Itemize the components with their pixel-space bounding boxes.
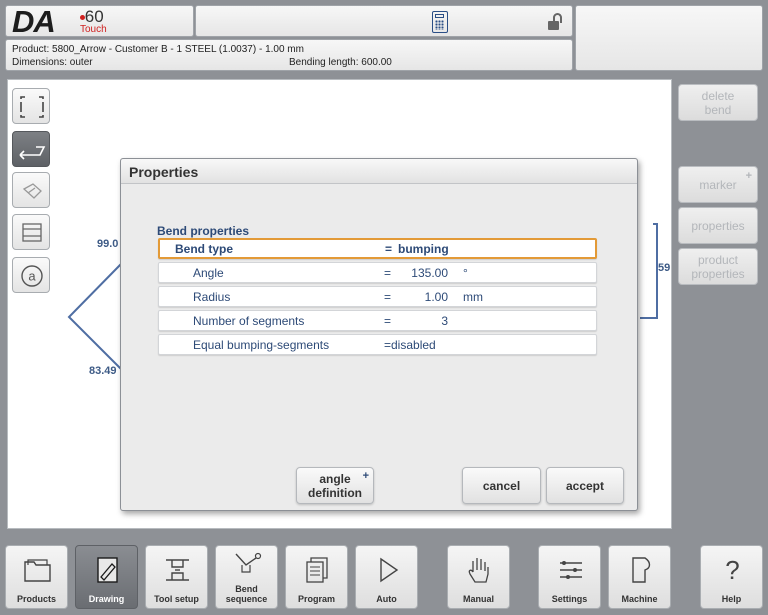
nav-help-button[interactable]: ? Help [700, 545, 763, 609]
settings-list-icon [560, 561, 582, 579]
select-frame-tool-button[interactable] [12, 88, 50, 124]
section-title: Bend properties [157, 224, 250, 238]
calculator-icon[interactable] [432, 11, 448, 33]
nav-settings-button[interactable]: Settings [538, 545, 601, 609]
product-properties-button[interactable]: product properties [678, 248, 758, 285]
hand-icon [468, 558, 489, 583]
view-tool-button[interactable] [12, 214, 50, 250]
logo-brand: DA [12, 4, 56, 39]
dimensions-label: Dimensions: outer [12, 57, 93, 68]
product-info-bar: Product: 5800_Arrow - Customer B - 1 STE… [5, 39, 573, 71]
play-icon [380, 557, 399, 583]
property-row-radius[interactable]: Radius = 1.00 mm [158, 286, 597, 307]
property-row-equal-bumping-segments[interactable]: Equal bumping-segments = disabled [158, 334, 597, 355]
nav-drawing-button[interactable]: Drawing [75, 545, 138, 609]
delete-bend-button[interactable]: delete bend [678, 84, 758, 121]
property-value: 135.00 [411, 266, 448, 280]
properties-dialog: Properties Bend properties Bend type = b… [120, 158, 638, 511]
angle-definition-label: angle definition [308, 471, 362, 500]
help-icon: ? [725, 555, 739, 585]
frame-icon [20, 96, 44, 118]
nav-label: Products [16, 594, 56, 604]
at-tool-button[interactable]: a [12, 257, 50, 293]
equals-sign: = [384, 266, 392, 280]
logo-panel: DA 60 Touch [5, 4, 194, 39]
at-sign-icon: a [21, 265, 43, 287]
equals-sign: = [385, 242, 393, 256]
plus-icon: + [362, 470, 369, 482]
logo-sub: Touch [80, 24, 107, 35]
dimension-label-right: 59 [658, 262, 671, 274]
tool-setup-icon [166, 559, 189, 581]
panel-icon [22, 223, 42, 242]
nav-label: Program [297, 594, 335, 604]
top-right-panel [575, 5, 763, 71]
bending-length-label: Bending length: 600.00 [289, 57, 392, 68]
marker-label: marker [699, 177, 737, 192]
nav-machine-button[interactable]: Machine [608, 545, 671, 609]
dimension-label-bottom: 83.49 [89, 365, 117, 377]
cancel-button[interactable]: cancel [462, 467, 541, 504]
property-value: disabled [391, 338, 436, 352]
marker-button[interactable]: marker + [678, 166, 758, 203]
property-name: Equal bumping-segments [193, 338, 330, 352]
nav-label: Tool setup [154, 594, 199, 604]
nav-label: Drawing [88, 594, 125, 604]
nav-auto-button[interactable]: Auto [355, 545, 418, 609]
property-value: 1.00 [424, 290, 448, 304]
dimension-label-top: 99.0 [97, 238, 119, 250]
dialog-title: Properties [129, 164, 199, 180]
svg-text:?: ? [725, 555, 739, 585]
nav-tool-setup-button[interactable]: Tool setup [145, 545, 208, 609]
program-icon [306, 557, 328, 583]
property-row-angle[interactable]: Angle = 135.00 ° [158, 262, 597, 283]
top-toolbar [195, 5, 573, 37]
angle-definition-button[interactable]: angle definition + [296, 467, 374, 504]
nav-products-button[interactable]: Products [5, 545, 68, 609]
nav-label: Bend sequence [225, 584, 268, 604]
folder-icon [24, 559, 51, 582]
nav-manual-button[interactable]: Manual [447, 545, 510, 609]
unlock-icon[interactable] [548, 13, 562, 30]
machine-icon [632, 557, 651, 583]
nav-label: Settings [551, 594, 588, 604]
dialog-title-bar: Properties [121, 159, 637, 184]
equals-sign: = [384, 314, 392, 328]
nav-program-button[interactable]: Program [285, 545, 348, 609]
nav-label: Help [721, 594, 742, 604]
shape-icon [22, 183, 42, 199]
nav-bend-sequence-button[interactable]: Bend sequence [215, 545, 278, 609]
plus-icon: + [745, 170, 752, 182]
property-value: bumping [398, 242, 449, 256]
property-row-bend-type[interactable]: Bend type = bumping [158, 238, 597, 259]
property-unit: mm [463, 290, 483, 304]
bend-tool-button[interactable] [12, 131, 50, 167]
nav-label: Manual [462, 594, 494, 604]
nav-label: Auto [376, 594, 397, 604]
property-row-number-of-segments[interactable]: Number of segments = 3 [158, 310, 597, 331]
properties-button[interactable]: properties [678, 207, 758, 244]
accept-button[interactable]: accept [546, 467, 624, 504]
svg-text:a: a [28, 269, 36, 284]
product-line: Product: 5800_Arrow - Customer B - 1 STE… [12, 44, 304, 55]
property-name: Number of segments [193, 314, 305, 328]
nav-label: Machine [621, 594, 658, 604]
equals-sign: = [384, 290, 392, 304]
drawing-icon [97, 557, 118, 583]
bend-arrow-icon [19, 146, 46, 160]
property-value: 3 [441, 314, 448, 328]
property-unit: ° [463, 266, 468, 280]
bend-sequence-icon [235, 552, 262, 573]
shape-tool-button[interactable] [12, 172, 50, 208]
property-name: Bend type [175, 242, 234, 256]
property-name: Angle [193, 266, 224, 280]
equals-sign: = [384, 338, 392, 352]
property-name: Radius [193, 290, 231, 304]
